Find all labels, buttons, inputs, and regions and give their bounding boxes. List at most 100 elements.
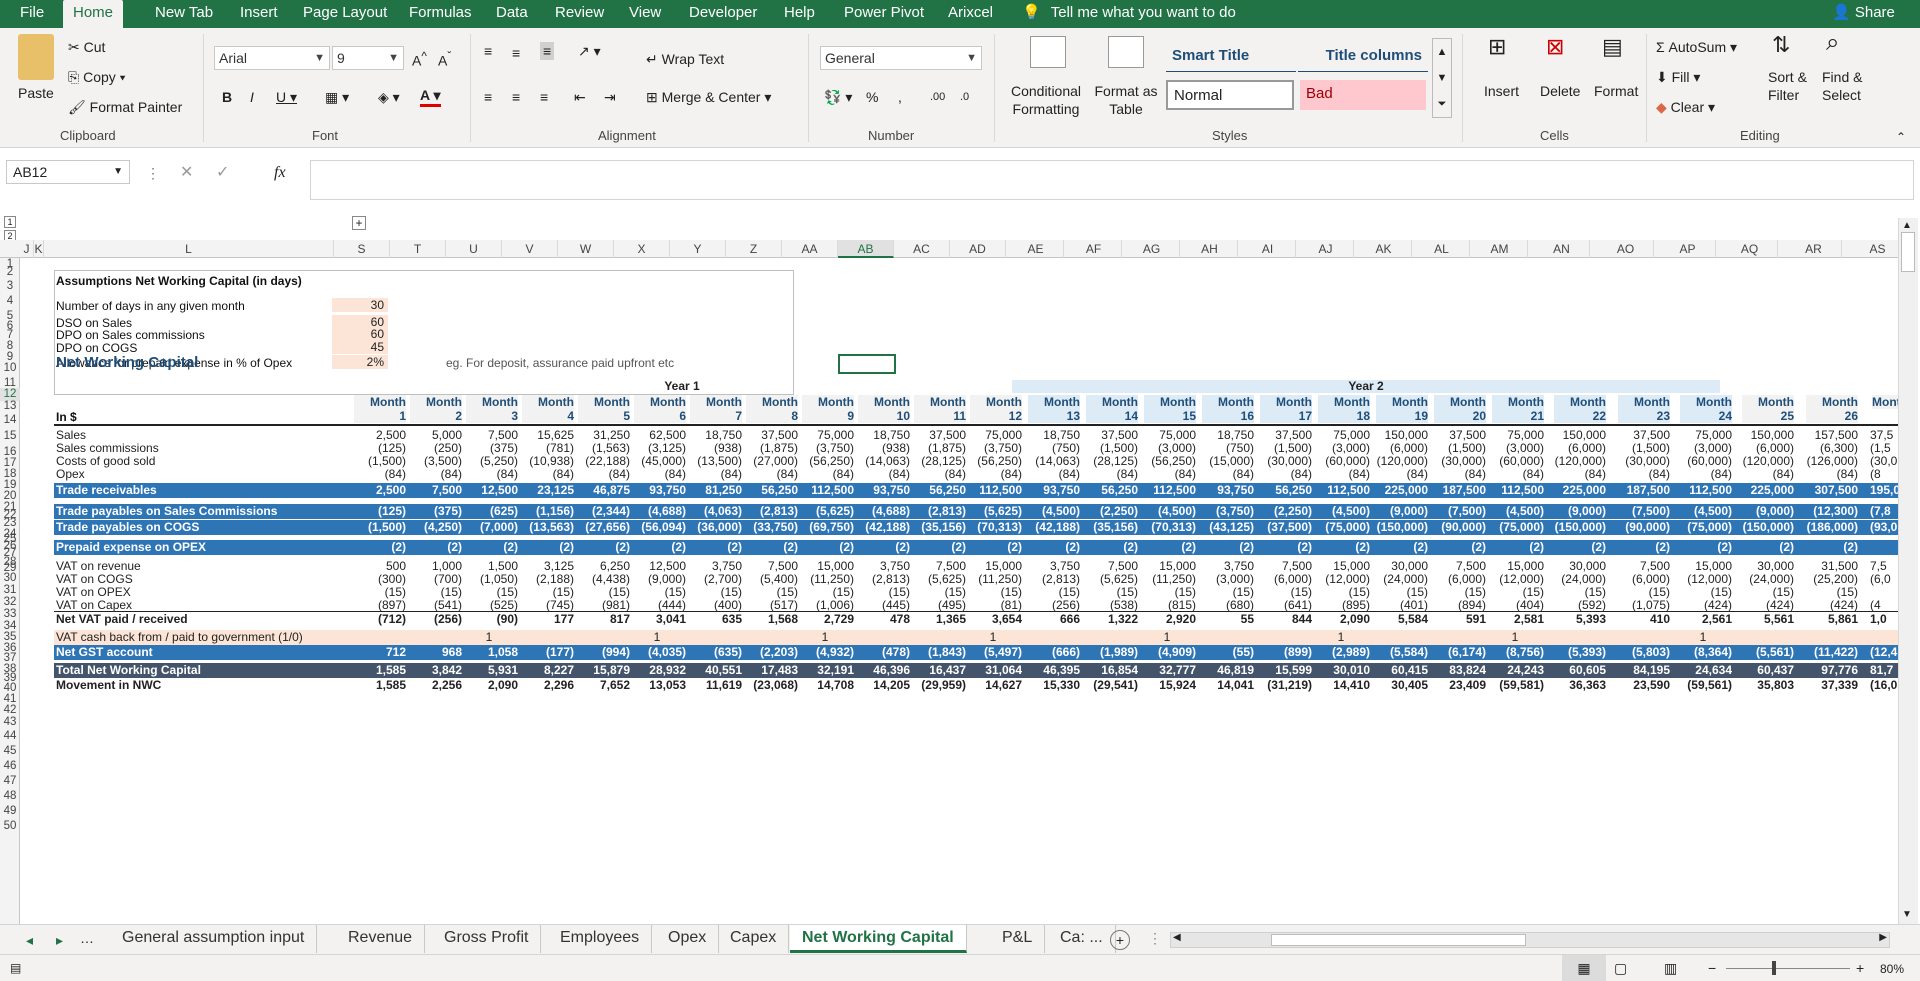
table-cell[interactable]: 13,053 (628, 678, 686, 693)
column-header[interactable]: AC (894, 240, 950, 258)
page-break-view-button[interactable]: ▥ (1664, 959, 1677, 977)
tab-power-pivot[interactable]: Power Pivot (844, 0, 924, 28)
table-cell[interactable]: 2,090 (1312, 612, 1370, 627)
autosum-button[interactable]: Σ AutoSum ▾ (1656, 38, 1737, 56)
table-cell[interactable]: 93,750 (1022, 483, 1080, 498)
table-cell[interactable] (348, 630, 406, 645)
table-cell[interactable]: (4,500) (1138, 504, 1196, 519)
table-cell[interactable]: (29,541) (1080, 678, 1138, 693)
table-cell[interactable] (572, 630, 630, 645)
column-header[interactable]: AS (1850, 240, 1905, 258)
column-header[interactable]: AE (1008, 240, 1064, 258)
table-cell[interactable]: 2,581 (1486, 612, 1544, 627)
column-header[interactable]: S (334, 240, 390, 258)
table-cell[interactable]: (1,843) (908, 645, 966, 660)
paste-button[interactable]: Paste (18, 84, 54, 102)
table-cell[interactable] (740, 630, 798, 645)
sheet-tab[interactable]: Capex (718, 925, 790, 953)
table-cell[interactable]: 112,500 (964, 483, 1022, 498)
font-color-button[interactable]: A ▾ (420, 86, 441, 107)
table-cell[interactable]: (75,000) (1674, 520, 1732, 535)
sheet-tab[interactable]: General assumption input (110, 925, 318, 953)
table-cell[interactable]: (84) (908, 467, 966, 482)
horizontal-scrollbar[interactable]: ◀ ▶ (1170, 932, 1890, 948)
table-cell[interactable]: 112,500 (1312, 483, 1370, 498)
comma-style-button[interactable]: , (898, 88, 902, 106)
table-cell[interactable]: 35,803 (1736, 678, 1794, 693)
column-header[interactable]: AM (1472, 240, 1528, 258)
table-cell[interactable]: 93,750 (1196, 483, 1254, 498)
table-cell[interactable]: (2,203) (740, 645, 798, 660)
table-cell[interactable]: (2) (1428, 540, 1486, 555)
tab-split-handle[interactable]: ⋮ (1148, 929, 1162, 947)
table-cell[interactable]: 30,405 (1370, 678, 1428, 693)
row-header[interactable]: 45 (0, 745, 20, 758)
align-left-button[interactable]: ≡ (484, 88, 492, 106)
table-cell[interactable]: (2) (516, 540, 574, 555)
table-cell[interactable]: (84) (572, 467, 630, 482)
add-sheet-button[interactable]: + (1110, 930, 1130, 950)
table-cell[interactable]: (2) (1196, 540, 1254, 555)
table-cell[interactable]: 60,437 (1736, 663, 1794, 678)
table-cell[interactable]: (84) (1428, 467, 1486, 482)
column-header[interactable]: AK (1356, 240, 1412, 258)
table-cell[interactable]: 225,000 (1370, 483, 1428, 498)
style-normal[interactable]: Normal (1166, 80, 1294, 110)
table-cell[interactable]: 2,561 (1674, 612, 1732, 627)
name-box[interactable]: AB12 ▼ (6, 160, 130, 184)
table-cell[interactable]: 2,500 (348, 483, 406, 498)
font-name-select[interactable]: Arial ▼ (214, 46, 330, 70)
sheet-tab[interactable]: P&L (990, 925, 1046, 953)
assumption-value[interactable]: 60 (332, 327, 388, 341)
row-header[interactable]: 10 (0, 362, 20, 375)
table-cell[interactable]: 712 (348, 645, 406, 660)
table-cell[interactable]: (2) (628, 540, 686, 555)
table-cell[interactable]: (4,500) (1022, 504, 1080, 519)
table-cell[interactable]: (55) (1196, 645, 1254, 660)
column-header[interactable]: AO (1598, 240, 1654, 258)
table-cell[interactable]: 591 (1428, 612, 1486, 627)
table-cell[interactable]: 93,750 (852, 483, 910, 498)
table-cell[interactable]: 15,330 (1022, 678, 1080, 693)
table-cell[interactable]: 2,920 (1138, 612, 1196, 627)
table-cell[interactable]: 32,777 (1138, 663, 1196, 678)
table-cell[interactable]: (84) (516, 467, 574, 482)
table-cell[interactable]: (2) (964, 540, 1022, 555)
table-cell[interactable]: 5,393 (1548, 612, 1606, 627)
format-cells-button[interactable]: Format (1594, 82, 1638, 100)
sheet-tab[interactable]: Ca: ... (1048, 925, 1116, 953)
table-cell[interactable]: (27,656) (572, 520, 630, 535)
tab-developer[interactable]: Developer (689, 0, 757, 28)
formula-input[interactable] (310, 160, 1914, 200)
table-cell[interactable]: 36,363 (1548, 678, 1606, 693)
table-cell[interactable]: (2) (1674, 540, 1732, 555)
table-cell[interactable]: (150,000) (1736, 520, 1794, 535)
fill-color-button[interactable]: ◈ ▾ (378, 88, 400, 106)
table-cell[interactable]: (1,989) (1080, 645, 1138, 660)
table-cell[interactable]: 17,483 (740, 663, 798, 678)
table-cell[interactable]: (6,174) (1428, 645, 1486, 660)
styles-gallery-scroll[interactable]: ▲ ▼ ⏷ (1432, 38, 1452, 118)
row-header[interactable]: 43 (0, 716, 20, 729)
vertical-scrollbar[interactable]: ▲ ▼ (1898, 218, 1918, 924)
decrease-indent-button[interactable]: ⇤ (574, 88, 586, 106)
table-cell[interactable]: (69,750) (796, 520, 854, 535)
table-cell[interactable]: 5,861 (1800, 612, 1858, 627)
conditional-formatting-button[interactable]: Conditional Formatting (1006, 82, 1086, 118)
table-cell[interactable]: (84) (1022, 467, 1080, 482)
column-header[interactable]: K (34, 240, 44, 258)
column-header[interactable]: AR (1786, 240, 1842, 258)
table-cell[interactable]: 635 (684, 612, 742, 627)
table-cell[interactable]: (5,561) (1736, 645, 1794, 660)
table-cell[interactable]: 1 (1486, 630, 1544, 645)
merge-center-button[interactable]: ⊞ Merge & Center ▾ (646, 88, 771, 106)
table-cell[interactable]: 187,500 (1612, 483, 1670, 498)
table-cell[interactable]: (4,035) (628, 645, 686, 660)
table-cell[interactable]: (84) (1612, 467, 1670, 482)
table-cell[interactable]: 15,924 (1138, 678, 1196, 693)
table-cell[interactable]: (2,989) (1312, 645, 1370, 660)
table-cell[interactable]: 23,409 (1428, 678, 1486, 693)
table-cell[interactable]: 2,729 (796, 612, 854, 627)
column-header[interactable]: AJ (1298, 240, 1354, 258)
scroll-right-icon[interactable]: ▶ (1879, 932, 1887, 943)
